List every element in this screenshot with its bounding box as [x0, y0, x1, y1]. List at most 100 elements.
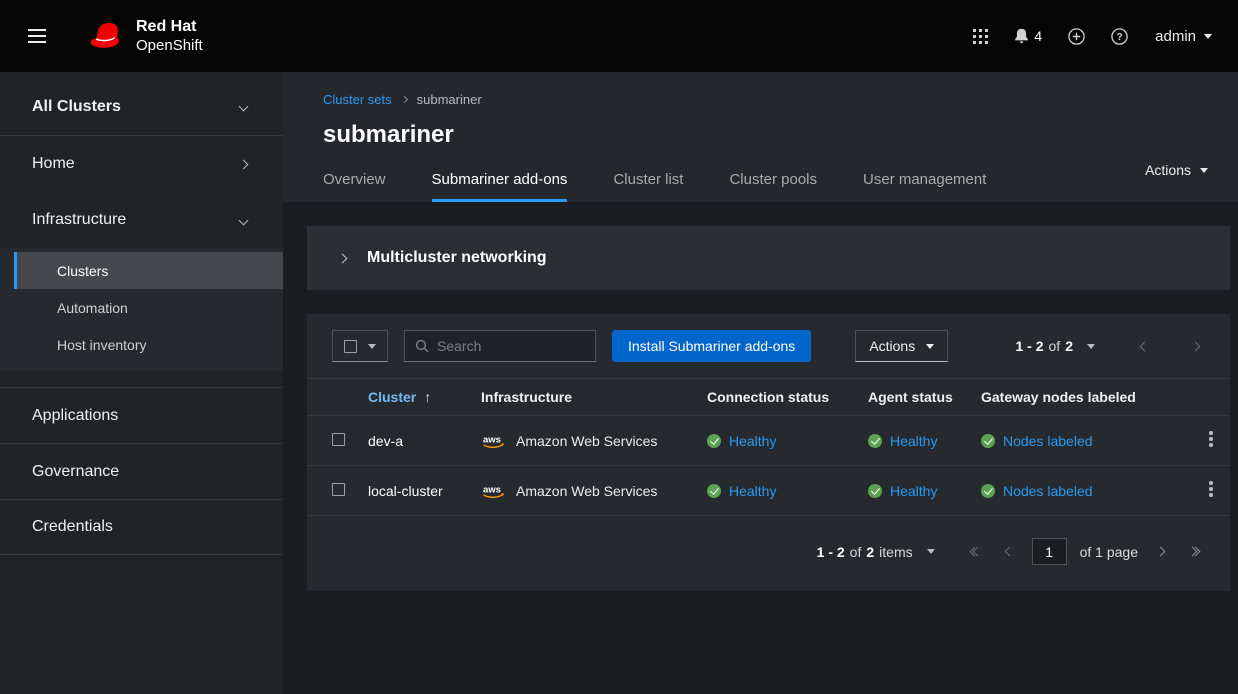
- caret-down-icon: [1087, 344, 1095, 349]
- page-header: Cluster sets submariner submariner Actio…: [283, 72, 1238, 202]
- search-input[interactable]: [437, 338, 585, 354]
- breadcrumb-cluster-sets-link[interactable]: Cluster sets: [323, 92, 392, 107]
- column-header-infrastructure: Infrastructure: [481, 389, 707, 405]
- infrastructure-provider: Amazon Web Services: [516, 433, 657, 449]
- success-check-icon: [868, 484, 882, 498]
- notifications-button[interactable]: 4: [1001, 20, 1055, 52]
- pagination-of: of: [850, 544, 862, 560]
- toolbar-actions-label: Actions: [869, 338, 915, 354]
- page-actions-label: Actions: [1145, 162, 1191, 178]
- row-checkbox[interactable]: [332, 483, 345, 496]
- tab-cluster-pools[interactable]: Cluster pools: [729, 171, 817, 202]
- sidebar-item-host-inventory[interactable]: Host inventory: [14, 326, 283, 363]
- breadcrumb-separator-icon: [401, 96, 408, 103]
- success-check-icon: [707, 434, 721, 448]
- pager-controls: of 1 page: [965, 538, 1205, 565]
- sidebar-item-clusters[interactable]: Clusters: [14, 252, 283, 289]
- applications-label: Applications: [32, 407, 118, 425]
- pagination-last-page-button[interactable]: [1183, 542, 1205, 561]
- row-checkbox[interactable]: [332, 433, 345, 446]
- sidebar-item-infrastructure[interactable]: Infrastructure: [0, 192, 283, 248]
- nav-toggle-button[interactable]: [18, 25, 56, 47]
- bottom-pagination: 1 - 2 of 2 items: [307, 516, 1230, 591]
- agent-status-link[interactable]: Healthy: [890, 483, 937, 499]
- user-menu-dropdown[interactable]: admin: [1155, 28, 1212, 45]
- sidebar-item-applications[interactable]: Applications: [0, 387, 283, 443]
- credentials-label: Credentials: [32, 518, 113, 536]
- bulk-select-checkbox[interactable]: [344, 340, 357, 353]
- search-box: [404, 330, 596, 362]
- column-header-connection-status: Connection status: [707, 389, 868, 405]
- bottom-pagination-summary-dropdown[interactable]: 1 - 2 of 2 items: [817, 544, 935, 560]
- tab-submariner-add-ons[interactable]: Submariner add-ons: [432, 171, 568, 202]
- chevron-right-icon: [239, 159, 249, 169]
- sort-ascending-icon: ↑: [424, 389, 431, 405]
- pagination-first-page-button[interactable]: [965, 542, 987, 561]
- page-actions-dropdown[interactable]: Actions: [1145, 162, 1208, 178]
- app-launcher-button[interactable]: [959, 20, 1001, 52]
- caret-down-icon: [926, 344, 934, 349]
- brand-line2: OpenShift: [136, 37, 203, 55]
- svg-text:aws: aws: [483, 434, 501, 445]
- pagination-total: 2: [866, 544, 874, 560]
- bell-icon: [1014, 28, 1029, 44]
- caret-down-icon: [368, 344, 376, 349]
- chevron-right-icon: [338, 253, 348, 263]
- success-check-icon: [868, 434, 882, 448]
- help-button[interactable]: ?: [1098, 20, 1141, 53]
- perspective-switcher-all-clusters[interactable]: All Clusters: [0, 78, 283, 136]
- notification-count: 4: [1034, 28, 1042, 44]
- top-pagination-next-button[interactable]: [1186, 337, 1205, 356]
- quick-create-button[interactable]: [1055, 20, 1098, 53]
- search-icon: [415, 339, 429, 353]
- multicluster-networking-title: Multicluster networking: [367, 249, 547, 267]
- top-pagination-summary-dropdown[interactable]: 1 - 2 of 2: [1016, 338, 1096, 354]
- page-title: submariner: [323, 121, 1210, 149]
- top-pagination-prev-button[interactable]: [1135, 337, 1154, 356]
- connection-status-link[interactable]: Healthy: [729, 483, 776, 499]
- openshift-console: Red Hat OpenShift 4: [0, 0, 1238, 694]
- gateway-nodes-link[interactable]: Nodes labeled: [1003, 483, 1093, 499]
- cluster-column-label: Cluster: [368, 389, 416, 405]
- sidebar-nav: All Clusters Home Infrastructure Cluster…: [0, 72, 283, 694]
- svg-text:?: ?: [1117, 32, 1123, 43]
- table-toolbar: Install Submariner add-ons Actions 1 - 2…: [307, 314, 1230, 378]
- tab-overview[interactable]: Overview: [323, 171, 386, 202]
- multicluster-networking-expand-button[interactable]: [327, 245, 358, 272]
- row-kebab-menu-button[interactable]: [1199, 427, 1223, 454]
- pagination-next-page-button[interactable]: [1151, 542, 1170, 561]
- current-page-input[interactable]: [1032, 538, 1067, 565]
- sidebar-item-credentials[interactable]: Credentials: [0, 499, 283, 555]
- caret-down-icon: [1200, 168, 1208, 173]
- toolbar-actions-dropdown[interactable]: Actions: [855, 330, 948, 362]
- sidebar-item-automation[interactable]: Automation: [14, 289, 283, 326]
- agent-status-link[interactable]: Healthy: [890, 433, 937, 449]
- tab-cluster-list[interactable]: Cluster list: [613, 171, 683, 202]
- tab-bar: Overview Submariner add-ons Cluster list…: [323, 171, 1210, 202]
- install-submariner-add-ons-button[interactable]: Install Submariner add-ons: [612, 330, 811, 362]
- success-check-icon: [707, 484, 721, 498]
- column-header-cluster[interactable]: Cluster ↑: [368, 389, 481, 405]
- aws-icon: aws: [481, 433, 507, 449]
- tab-user-management[interactable]: User management: [863, 171, 986, 202]
- chevron-right-icon: [1156, 547, 1166, 557]
- governance-label: Governance: [32, 463, 119, 481]
- infrastructure-subnav: Clusters Automation Host inventory: [0, 248, 283, 371]
- pagination-prev-page-button[interactable]: [1000, 542, 1019, 561]
- gateway-nodes-link[interactable]: Nodes labeled: [1003, 433, 1093, 449]
- sidebar-item-governance[interactable]: Governance: [0, 443, 283, 499]
- breadcrumb: Cluster sets submariner: [323, 92, 1210, 107]
- connection-status-link[interactable]: Healthy: [729, 433, 776, 449]
- chevron-right-icon: [1191, 341, 1201, 351]
- sidebar-item-home[interactable]: Home: [0, 136, 283, 192]
- masthead-toolbar: 4 ? admin: [959, 20, 1212, 53]
- column-header-agent-status: Agent status: [868, 389, 981, 405]
- multicluster-networking-section: Multicluster networking: [307, 226, 1230, 290]
- bulk-select-dropdown[interactable]: [332, 330, 388, 362]
- row-kebab-menu-button[interactable]: [1199, 477, 1223, 504]
- hamburger-icon: [28, 35, 46, 37]
- plus-circle-icon: [1068, 28, 1085, 45]
- pagination-range: 1 - 2: [1016, 338, 1044, 354]
- perspective-label: All Clusters: [32, 98, 121, 116]
- redhat-hat-icon: [82, 21, 126, 52]
